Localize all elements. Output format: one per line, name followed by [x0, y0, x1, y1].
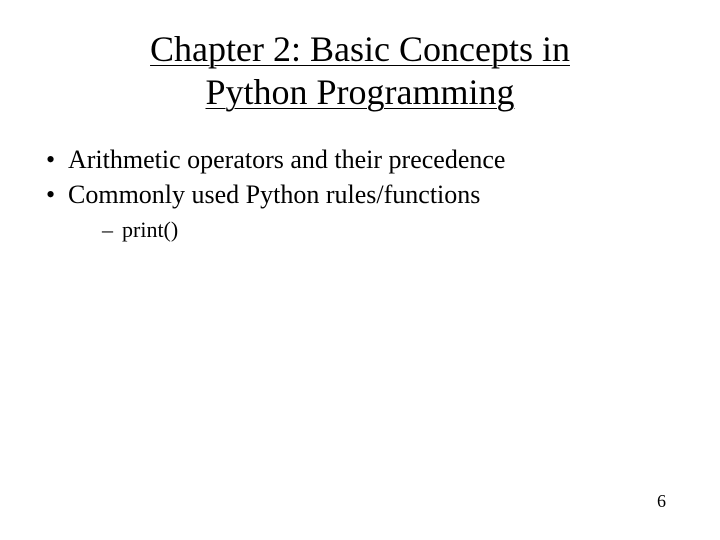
page-number: 6 [657, 491, 666, 512]
slide-title: Chapter 2: Basic Concepts in Python Prog… [40, 28, 680, 114]
bullet-text: Commonly used Python rules/functions [68, 180, 480, 209]
sub-list-item: print() [68, 215, 680, 246]
list-item: Commonly used Python rules/functions pri… [40, 177, 680, 245]
title-line-1: Chapter 2: Basic Concepts in [150, 29, 570, 69]
sub-bullet-text: print() [122, 217, 178, 242]
list-item: Arithmetic operators and their precedenc… [40, 142, 680, 177]
sub-list: print() [68, 215, 680, 246]
title-line-2: Python Programming [205, 72, 514, 112]
slide: Chapter 2: Basic Concepts in Python Prog… [0, 0, 720, 540]
bullet-list: Arithmetic operators and their precedenc… [40, 142, 680, 245]
bullet-text: Arithmetic operators and their precedenc… [68, 145, 505, 174]
